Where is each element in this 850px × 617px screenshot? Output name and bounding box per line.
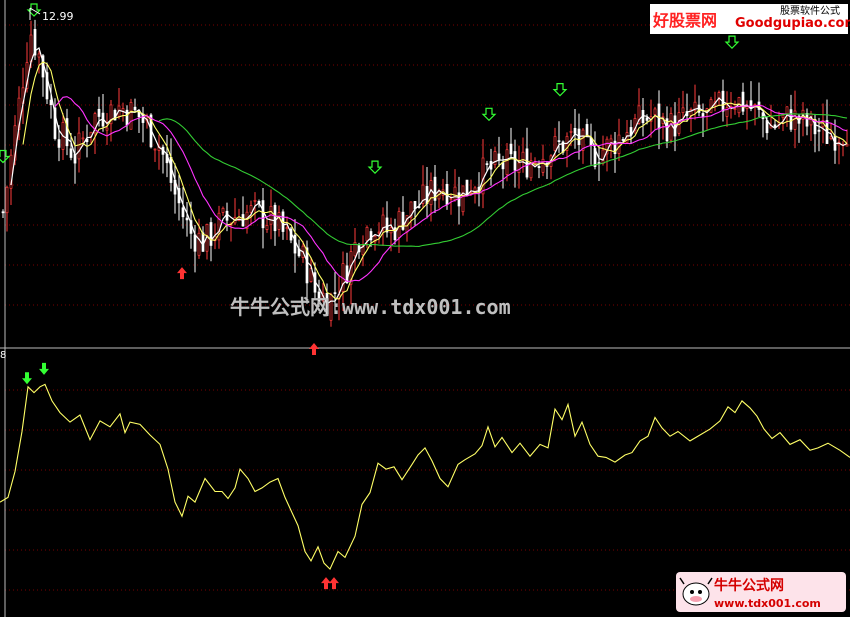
candle-body [497, 153, 501, 160]
logo-brand: 好股票网 [652, 11, 717, 30]
candle-body [505, 149, 509, 175]
candle-body [617, 134, 621, 154]
candle-body [513, 151, 517, 171]
candle-body [657, 103, 661, 129]
candle-body [277, 212, 281, 230]
goodgupiao-logo: 好股票网 Goodgupiao.com 股票软件公式 [650, 4, 850, 34]
watermark-text: 牛牛公式网:www.tdx001.com [230, 295, 511, 319]
candle-body [69, 148, 73, 158]
candle-body [521, 151, 525, 161]
candle-body [453, 186, 457, 201]
candle-body [501, 162, 505, 170]
stock-chart[interactable]: 12.99 好股票网 Goodgupiao.com 股票软件公式 牛牛公式网:w… [0, 0, 850, 617]
candle-body [425, 186, 429, 205]
candle-body [29, 34, 33, 63]
candle-body [709, 99, 713, 113]
tdx001-site: www.tdx001.com [714, 597, 821, 610]
tdx001-logo: 牛牛公式网 www.tdx001.com [676, 572, 846, 612]
candle-body [573, 128, 577, 134]
candle-body [741, 91, 745, 112]
candle-body [397, 211, 401, 238]
candle-body [829, 136, 833, 139]
candle-body [681, 107, 685, 113]
candle-body [285, 227, 289, 230]
candle-body [197, 232, 201, 256]
candle-body [377, 231, 381, 234]
candle-body [185, 217, 189, 221]
candle-body [5, 186, 9, 214]
candle-body [261, 200, 265, 229]
candle-body [1, 211, 5, 214]
candle-body [533, 162, 537, 164]
candle-body [193, 234, 197, 252]
indicator-label: 8 [0, 350, 6, 361]
logo-subtitle: 股票软件公式 [780, 4, 840, 17]
candle-body [333, 292, 337, 294]
candle-body [773, 124, 777, 127]
candle-body [201, 232, 205, 252]
candle-body [785, 106, 789, 115]
candle-body [65, 118, 69, 147]
high-price-label: 12.99 [42, 10, 74, 23]
candle-body [765, 120, 769, 134]
candle-body [581, 129, 585, 151]
candle-body [273, 204, 277, 232]
candle-body [781, 114, 785, 118]
candle-body [129, 102, 133, 130]
candle-body [461, 185, 465, 213]
candle-body [465, 179, 469, 195]
candle-body [701, 113, 705, 118]
candle-body [585, 124, 589, 136]
candle-body [365, 226, 369, 242]
candle-body [673, 115, 677, 137]
candle-body [253, 199, 257, 202]
candle-body [481, 157, 485, 195]
candle-body [553, 136, 557, 151]
candle-body [153, 148, 157, 151]
candle-body [517, 162, 521, 173]
candle-body [105, 127, 109, 131]
candle-body [789, 109, 793, 130]
candle-body [669, 113, 673, 141]
candle-body [209, 222, 213, 246]
candle-body [601, 149, 605, 164]
candle-body [485, 163, 489, 165]
candle-body [817, 129, 821, 132]
candle-body [249, 205, 253, 213]
candle-body [265, 225, 269, 230]
candle-body [733, 108, 737, 110]
candle-body [97, 108, 101, 117]
candle-body [77, 132, 81, 160]
candle-body [645, 117, 649, 121]
candle-body [449, 198, 453, 200]
candle-body [133, 106, 137, 111]
candle-body [557, 140, 561, 142]
tdx001-brand: 牛牛公式网 [714, 577, 784, 594]
candle-body [81, 137, 85, 140]
candle-body [37, 53, 41, 58]
candle-body [49, 99, 53, 106]
candle-body [569, 130, 573, 133]
candle-body [57, 139, 61, 148]
candle-body [653, 108, 657, 115]
candle-body [509, 143, 513, 155]
candle-body [537, 165, 541, 169]
candle-body [181, 207, 185, 218]
candle-body [221, 207, 225, 213]
candle-body [845, 143, 849, 147]
candle-body [621, 139, 625, 141]
logo-site: Goodgupiao.com [735, 16, 850, 31]
candle-body [525, 148, 529, 178]
